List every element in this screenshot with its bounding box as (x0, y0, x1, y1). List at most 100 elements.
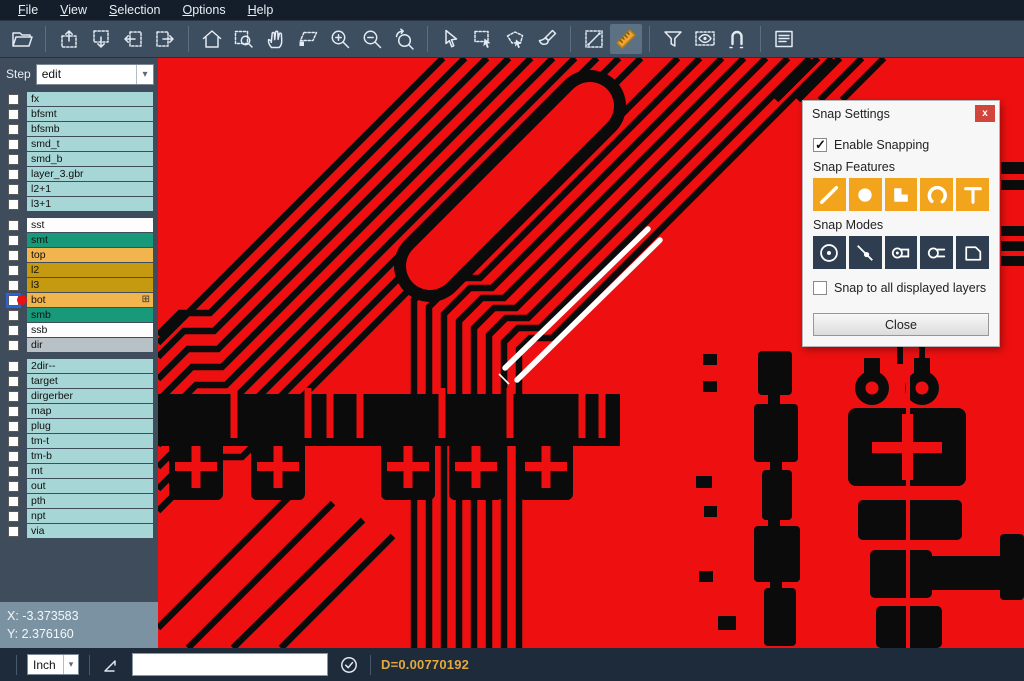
layer-checkbox[interactable] (8, 199, 19, 210)
layer-checkbox[interactable] (8, 154, 19, 165)
layer-checkbox[interactable] (8, 250, 19, 261)
layer-name[interactable]: smt (27, 233, 153, 247)
layer-name[interactable]: bot⊞ (27, 293, 153, 307)
layer-name[interactable]: l3+1 (27, 197, 153, 211)
zoom-out-icon[interactable] (356, 24, 388, 54)
layer-name[interactable]: dir (27, 338, 153, 352)
pan-up-icon[interactable] (53, 24, 85, 54)
layer-name[interactable]: layer_3.gbr (27, 167, 153, 181)
layer-checkbox[interactable] (8, 325, 19, 336)
layer-checkbox[interactable] (8, 280, 19, 291)
layer-checkbox[interactable] (8, 184, 19, 195)
pan-down-icon[interactable] (85, 24, 117, 54)
layer-name[interactable]: mt (27, 464, 153, 478)
select-rect-icon[interactable] (467, 24, 499, 54)
layer-checkbox[interactable] (8, 109, 19, 120)
layer-name[interactable]: out (27, 479, 153, 493)
menu-help[interactable]: Help (238, 1, 284, 19)
open-folder-icon[interactable] (6, 24, 38, 54)
close-button[interactable]: Close (813, 313, 989, 336)
snap-mode-slot-center-icon[interactable] (885, 236, 918, 269)
layer-checkbox[interactable] (8, 265, 19, 276)
layer-checkbox[interactable] (8, 361, 19, 372)
layer-checkbox[interactable] (8, 496, 19, 507)
step-select[interactable]: edit ▾ (36, 64, 154, 85)
zoom-window-icon[interactable] (228, 24, 260, 54)
layer-name[interactable]: via (27, 524, 153, 538)
layer-checkbox[interactable] (8, 124, 19, 135)
snap-magnet-icon[interactable] (721, 24, 753, 54)
snap-mode-outline-icon[interactable] (956, 236, 989, 269)
layer-name[interactable]: tm-b (27, 449, 153, 463)
layer-checkbox[interactable] (8, 169, 19, 180)
layer-name[interactable]: plug (27, 419, 153, 433)
snap-mode-center-icon[interactable] (813, 236, 846, 269)
panel-list-icon[interactable] (768, 24, 800, 54)
dialog-title-bar[interactable]: Snap Settings x (803, 101, 999, 126)
layer-name[interactable]: target (27, 374, 153, 388)
enable-snapping-checkbox[interactable] (813, 138, 827, 152)
menu-options[interactable]: Options (172, 1, 235, 19)
zoom-in-icon[interactable] (324, 24, 356, 54)
layer-name[interactable]: dirgerber (27, 389, 153, 403)
snap-feature-surface-icon[interactable] (885, 178, 918, 211)
layer-checkbox[interactable] (8, 526, 19, 537)
layer-name[interactable]: map (27, 404, 153, 418)
measure-input[interactable] (132, 653, 328, 676)
layer-name[interactable]: smd_t (27, 137, 153, 151)
layer-name[interactable]: bfsmb (27, 122, 153, 136)
layer-checkbox[interactable] (8, 391, 19, 402)
select-poly-icon[interactable] (499, 24, 531, 54)
layer-checkbox[interactable] (8, 94, 19, 105)
select-arrow-icon[interactable] (435, 24, 467, 54)
layer-name[interactable]: npt (27, 509, 153, 523)
pan-left-icon[interactable] (117, 24, 149, 54)
snap-feature-text-icon[interactable] (956, 178, 989, 211)
layer-checkbox[interactable] (8, 436, 19, 447)
layer-checkbox[interactable] (8, 451, 19, 462)
layer-name[interactable]: top (27, 248, 153, 262)
zoom-fit-icon[interactable] (292, 24, 324, 54)
layer-name[interactable]: smb (27, 308, 153, 322)
menu-file[interactable]: File (8, 1, 48, 19)
snap-mode-line-mid-icon[interactable] (849, 236, 882, 269)
home-icon[interactable] (196, 24, 228, 54)
brush-icon[interactable] (531, 24, 563, 54)
ruler-icon[interactable] (610, 24, 642, 54)
menu-selection[interactable]: Selection (99, 1, 170, 19)
layer-name[interactable]: fx (27, 92, 153, 106)
layer-name[interactable]: smd_b (27, 152, 153, 166)
apply-check-icon[interactable] (338, 654, 360, 676)
layer-checkbox[interactable] (8, 340, 19, 351)
snap-mode-slot-end-icon[interactable] (920, 236, 953, 269)
layer-name[interactable]: sst (27, 218, 153, 232)
layer-checkbox[interactable] (8, 481, 19, 492)
layer-name[interactable]: l2+1 (27, 182, 153, 196)
layer-name[interactable]: 2dir-- (27, 359, 153, 373)
filter-icon[interactable] (657, 24, 689, 54)
pan-right-icon[interactable] (149, 24, 181, 54)
layer-checkbox[interactable] (8, 511, 19, 522)
measure-line-icon[interactable] (578, 24, 610, 54)
snap-feature-circle-icon[interactable] (849, 178, 882, 211)
close-icon[interactable]: x (975, 105, 995, 122)
layer-checkbox[interactable] (8, 406, 19, 417)
layer-name[interactable]: l3 (27, 278, 153, 292)
layer-checkbox[interactable] (8, 376, 19, 387)
layer-checkbox[interactable] (8, 220, 19, 231)
zoom-previous-icon[interactable] (388, 24, 420, 54)
layer-name[interactable]: bfsmt (27, 107, 153, 121)
snap-feature-line-icon[interactable] (813, 178, 846, 211)
layer-name[interactable]: l2 (27, 263, 153, 277)
layer-name[interactable]: pth (27, 494, 153, 508)
pan-hand-icon[interactable] (260, 24, 292, 54)
angle-measure-icon[interactable] (100, 654, 122, 676)
layer-checkbox[interactable] (8, 421, 19, 432)
unit-select[interactable]: Inch ▾ (27, 654, 79, 675)
layer-checkbox[interactable] (8, 235, 19, 246)
layer-checkbox[interactable] (8, 139, 19, 150)
visibility-icon[interactable] (689, 24, 721, 54)
layer-name[interactable]: ssb (27, 323, 153, 337)
layer-checkbox[interactable] (8, 466, 19, 477)
layer-name[interactable]: tm-t (27, 434, 153, 448)
